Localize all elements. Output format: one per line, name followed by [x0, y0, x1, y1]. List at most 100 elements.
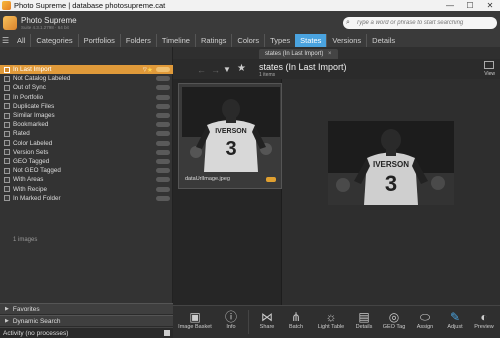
search-input[interactable]	[356, 20, 494, 26]
state-item-similar-images[interactable]: Similar Images	[0, 111, 173, 120]
image-basket-label: Image Basket	[178, 324, 212, 330]
toolbar-divider	[248, 310, 249, 334]
tab-types[interactable]: Types	[264, 34, 295, 47]
close-button[interactable]: ✕	[480, 1, 500, 10]
info-button[interactable]: ⓘ Info	[220, 310, 242, 330]
state-item-bookmarked[interactable]: Bookmarked	[0, 120, 173, 129]
image-basket-button[interactable]: ▣ Image Basket	[177, 310, 213, 330]
brand-row: Photo Supreme Suite 4.3.1.2798 · 64 bit …	[0, 11, 500, 34]
brand-logo-icon	[3, 15, 17, 30]
thumbnail-filename: dataUrlImage.jpeg	[185, 176, 230, 182]
state-checkbox[interactable]	[4, 103, 10, 110]
state-item-not-catalog-labeled[interactable]: Not Catalog Labeled	[0, 74, 173, 83]
state-checkbox[interactable]	[4, 130, 10, 137]
batch-button[interactable]: ⋔ Batch	[285, 310, 307, 330]
light-table-button[interactable]: ☼ Light Table	[316, 310, 346, 330]
state-item-out-of-sync[interactable]: Out of Sync	[0, 83, 173, 92]
state-checkbox[interactable]	[4, 121, 10, 128]
state-item-in-portfolio[interactable]: In Portfolio	[0, 93, 173, 102]
state-checkbox[interactable]	[4, 195, 10, 202]
state-count-pill	[156, 103, 170, 109]
preview-jersey-name: IVERSON	[373, 160, 409, 169]
state-item-not-geo-tagged[interactable]: Not GEO Tagged	[0, 166, 173, 175]
state-item-in-marked-folder[interactable]: In Marked Folder	[0, 194, 173, 203]
state-item-with-areas[interactable]: With Areas	[0, 175, 173, 184]
thumbnail-image[interactable]: IVERSON 3	[182, 87, 280, 172]
state-checkbox[interactable]	[4, 167, 10, 174]
details-button[interactable]: ▤ Details	[352, 310, 376, 330]
state-item-in-last-import[interactable]: In Last Import ▽ ★	[0, 65, 173, 75]
preview-button[interactable]: ◐ Preview	[472, 310, 496, 330]
state-checkbox[interactable]	[4, 158, 10, 165]
back-arrow-icon[interactable]: ←	[197, 65, 206, 75]
light-table-icon: ☼	[325, 310, 337, 324]
forward-arrow-icon[interactable]: →	[211, 65, 220, 75]
state-count-pill	[156, 186, 170, 192]
state-count-pill	[156, 195, 170, 201]
view-mode-icon[interactable]	[484, 61, 494, 69]
thumbnail-card[interactable]: IVERSON 3 dataUrlImage.jpeg	[178, 83, 282, 189]
star-icon[interactable]: ★	[237, 63, 246, 74]
state-count-pill	[156, 140, 170, 146]
state-checkbox[interactable]	[4, 186, 10, 193]
tab-timeline[interactable]: Timeline	[155, 34, 195, 47]
tab-colors[interactable]: Colors	[231, 34, 264, 47]
assign-label: Assign	[416, 324, 434, 330]
state-count-pill	[156, 168, 170, 174]
tab-portfolios[interactable]: Portfolios	[77, 34, 120, 47]
favorite-star-icon[interactable]: ★	[147, 66, 153, 74]
geo-tag-button[interactable]: ◎ GEO Tag	[381, 310, 407, 330]
document-tab[interactable]: states (In Last Import) ×	[259, 49, 338, 59]
state-item-duplicate-files[interactable]: Duplicate Files	[0, 102, 173, 111]
state-checkbox[interactable]	[4, 75, 10, 82]
view-mode-label[interactable]: View	[484, 71, 495, 77]
state-checkbox[interactable]	[4, 112, 10, 119]
state-item-with-recipe[interactable]: With Recipe	[0, 184, 173, 193]
adjust-label: Adjust	[447, 324, 463, 330]
expand-triangle-icon[interactable]: ▶	[5, 306, 9, 312]
state-checkbox[interactable]	[4, 84, 10, 91]
document-tabstrip: states (In Last Import) ×	[173, 47, 500, 59]
filter-icon[interactable]: ▼	[223, 65, 231, 74]
state-checkbox[interactable]	[4, 94, 10, 101]
images-count: 1 images	[13, 237, 38, 243]
state-count-pill	[156, 76, 170, 82]
window-title: Photo Supreme | database photosupreme.ca…	[14, 1, 166, 10]
tab-categories[interactable]: Categories	[30, 34, 77, 47]
state-checkbox[interactable]	[4, 140, 10, 147]
dynamic-search-section[interactable]: ▶ Dynamic Search	[0, 315, 173, 326]
state-item-color-labeled[interactable]: Color Labeled	[0, 139, 173, 148]
state-count-pill	[156, 85, 170, 91]
tab-states[interactable]: States	[295, 34, 327, 47]
state-checkbox[interactable]	[4, 176, 10, 183]
state-item-geo-tagged[interactable]: GEO Tagged	[0, 157, 173, 166]
maximize-button[interactable]: ☐	[460, 1, 480, 10]
state-item-version-sets[interactable]: Version Sets	[0, 148, 173, 157]
state-label: Version Sets	[13, 148, 49, 156]
expand-triangle-icon[interactable]: ▶	[5, 318, 9, 324]
adjust-button[interactable]: ✎ Adjust	[443, 310, 467, 330]
activity-status-bar: Activity (no processes)	[0, 327, 173, 338]
view-header: ← → ▼ ★ states (In Last Import) 1 items …	[173, 59, 500, 79]
tab-versions[interactable]: Versions	[326, 34, 366, 47]
activity-icon[interactable]	[164, 330, 170, 336]
search-box[interactable]: ⌕	[343, 17, 497, 29]
minimize-button[interactable]: —	[440, 1, 460, 10]
hamburger-menu-icon[interactable]: ☰	[2, 36, 12, 45]
thumbnail-badge[interactable]	[266, 177, 276, 182]
state-checkbox[interactable]	[4, 66, 10, 73]
preview-image[interactable]: IVERSON 3	[328, 121, 454, 205]
state-item-rated[interactable]: Rated	[0, 129, 173, 138]
tab-ratings[interactable]: Ratings	[194, 34, 231, 47]
state-label: Bookmarked	[13, 121, 49, 129]
tab-folders[interactable]: Folders	[119, 34, 156, 47]
jersey-number: 3	[225, 138, 236, 160]
state-count-pill	[156, 122, 170, 128]
share-button[interactable]: ⋈ Share	[256, 310, 278, 330]
tab-details[interactable]: Details	[366, 34, 400, 47]
state-checkbox[interactable]	[4, 149, 10, 156]
favorites-section[interactable]: ▶ Favorites	[0, 303, 173, 314]
assign-button[interactable]: ⬭ Assign	[413, 310, 437, 330]
tab-all[interactable]: All	[12, 34, 30, 47]
close-tab-icon[interactable]: ×	[328, 51, 332, 57]
